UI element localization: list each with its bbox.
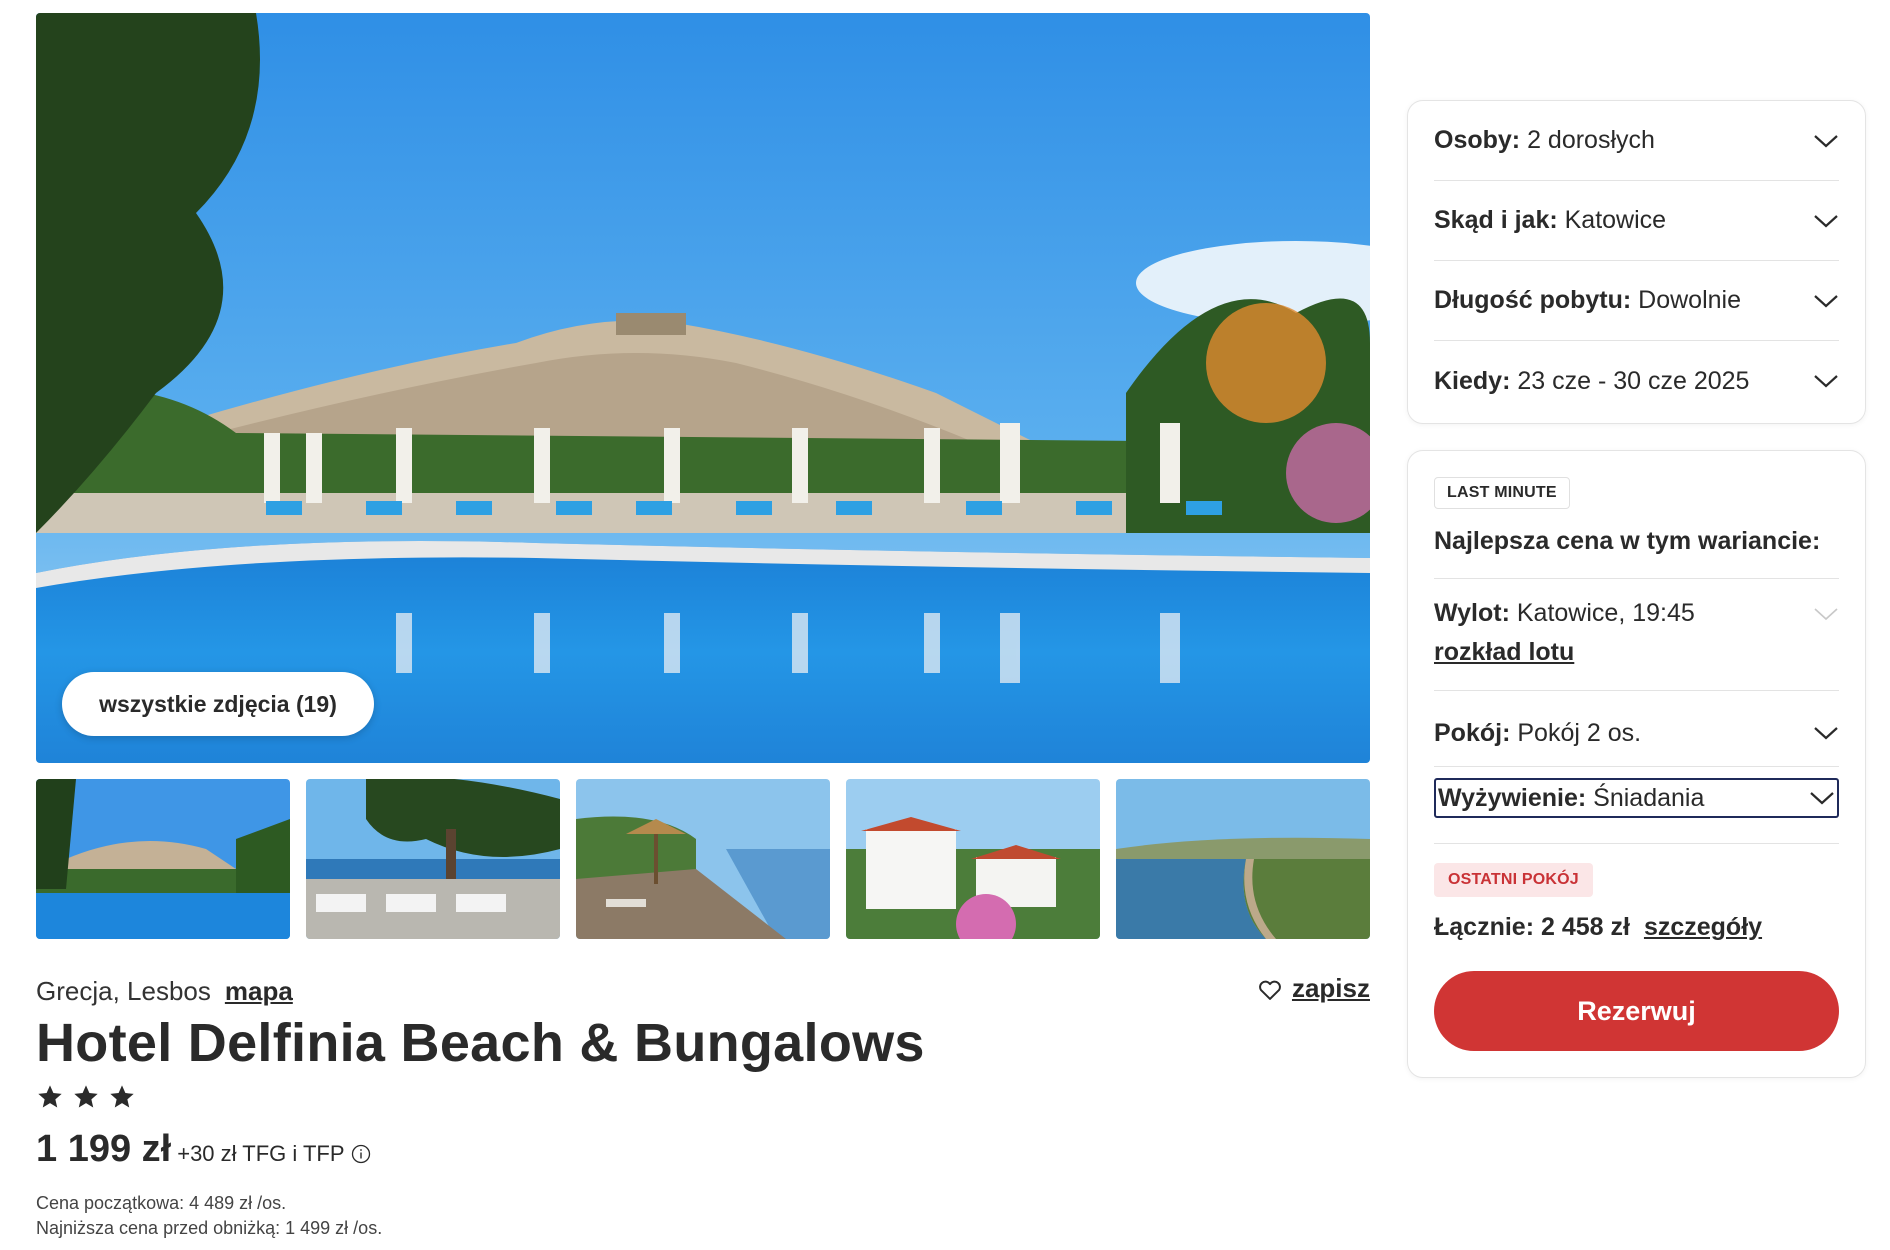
best-price-label: Najlepsza cena w tym wariancie: — [1434, 527, 1821, 555]
thumbnail-bungalows[interactable] — [846, 779, 1100, 939]
last-room-badge: OSTATNI POKÓJ — [1434, 863, 1593, 897]
main-photo[interactable] — [36, 13, 1370, 763]
divider — [1434, 766, 1839, 767]
filter-label: Kiedy: — [1434, 366, 1511, 395]
filter-label: Skąd i jak: — [1434, 206, 1558, 234]
filter-persons[interactable]: Osoby: 2 dorosłych — [1434, 101, 1839, 181]
divider — [1434, 578, 1839, 579]
lowest-price-note: Najniższa cena przed obniżką: 1 499 zł /… — [36, 1218, 383, 1238]
filter-value: 23 cze - 30 cze 2025 — [1517, 366, 1750, 395]
hotel-stars — [36, 1083, 136, 1111]
filter-value: Katowice — [1564, 206, 1667, 234]
save-button[interactable]: zapisz — [1256, 973, 1370, 1004]
price-main: 1 199 zł — [36, 1128, 172, 1170]
star-icon — [38, 1085, 62, 1108]
chevron-down-icon — [1814, 607, 1838, 620]
filter-label: Długość pobytu: — [1434, 286, 1632, 314]
offer-card: LAST MINUTE Najlepsza cena w tym warianc… — [1407, 450, 1866, 1078]
star-icon — [74, 1085, 98, 1108]
total-price: Łącznie: 2 458 zł — [1434, 913, 1630, 941]
price-extra: +30 zł TFG i TFP — [177, 1141, 345, 1166]
board-select[interactable]: Wyżywienie: Śniadania — [1434, 778, 1839, 818]
filter-value: Dowolnie — [1638, 286, 1742, 314]
chevron-down-icon — [1814, 294, 1838, 307]
filter-departure[interactable]: Skąd i jak: Katowice — [1434, 181, 1839, 261]
heart-icon — [1259, 980, 1281, 1000]
room-value: Pokój 2 os. — [1517, 718, 1642, 747]
room-select[interactable]: Pokój: Pokój 2 os. — [1434, 705, 1839, 761]
book-button[interactable]: Rezerwuj — [1434, 971, 1839, 1051]
flight-value: Katowice, 19:45 — [1516, 599, 1695, 627]
hotel-title: Hotel Delfinia Beach & Bungalows — [36, 1013, 925, 1073]
chevron-down-icon — [1814, 375, 1838, 388]
chevron-down-icon — [1814, 134, 1838, 147]
flight-option: Wylot: Katowice, 19:45 rozkład lotu — [1434, 599, 1839, 667]
search-filters-card: Osoby: 2 dorosłych Skąd i jak: Katowice … — [1407, 100, 1866, 424]
info-icon[interactable] — [351, 1144, 371, 1164]
location-text: Grecja, Lesbos — [36, 975, 211, 1006]
total-row: Łącznie: 2 458 zł szczegóły — [1434, 913, 1762, 942]
chevron-down-icon — [1814, 214, 1838, 227]
room-label: Pokój: — [1434, 718, 1511, 747]
map-link[interactable]: mapa — [225, 976, 293, 1007]
chevron-down-icon — [1814, 727, 1838, 740]
star-icon — [110, 1085, 134, 1108]
filter-duration[interactable]: Długość pobytu: Dowolnie — [1434, 261, 1839, 341]
filter-value: 2 dorosłych — [1527, 126, 1655, 154]
thumbnail-strip — [36, 779, 1370, 939]
save-label: zapisz — [1291, 973, 1370, 1003]
main-photo-image — [36, 13, 1370, 763]
initial-price-note: Cena początkowa: 4 489 zł /os. — [36, 1193, 287, 1213]
board-value: Śniadania — [1593, 783, 1705, 812]
filter-label: Osoby: — [1434, 126, 1521, 154]
filter-dates[interactable]: Kiedy: 23 cze - 30 cze 2025 — [1434, 341, 1839, 421]
thumbnail-pool[interactable] — [36, 779, 290, 939]
chevron-down-icon — [1810, 792, 1834, 805]
thumbnail-beach[interactable] — [576, 779, 830, 939]
location-row: Grecja, Lesbos mapa zapisz — [36, 973, 1370, 1009]
all-photos-button[interactable]: wszystkie zdjęcia (19) — [62, 672, 374, 736]
thumbnail-coast[interactable] — [1116, 779, 1370, 939]
divider — [1434, 690, 1839, 691]
details-link[interactable]: szczegóły — [1644, 913, 1762, 942]
price-row: 1 199 zł +30 zł TFG i TFP — [36, 1128, 371, 1171]
flight-label: Wylot: — [1434, 599, 1510, 627]
divider — [1434, 843, 1839, 844]
last-minute-badge: LAST MINUTE — [1434, 477, 1570, 509]
flight-schedule-link[interactable]: rozkład lotu — [1434, 638, 1574, 667]
thumbnail-restaurant[interactable] — [306, 779, 560, 939]
board-label: Wyżywienie: — [1438, 783, 1587, 812]
